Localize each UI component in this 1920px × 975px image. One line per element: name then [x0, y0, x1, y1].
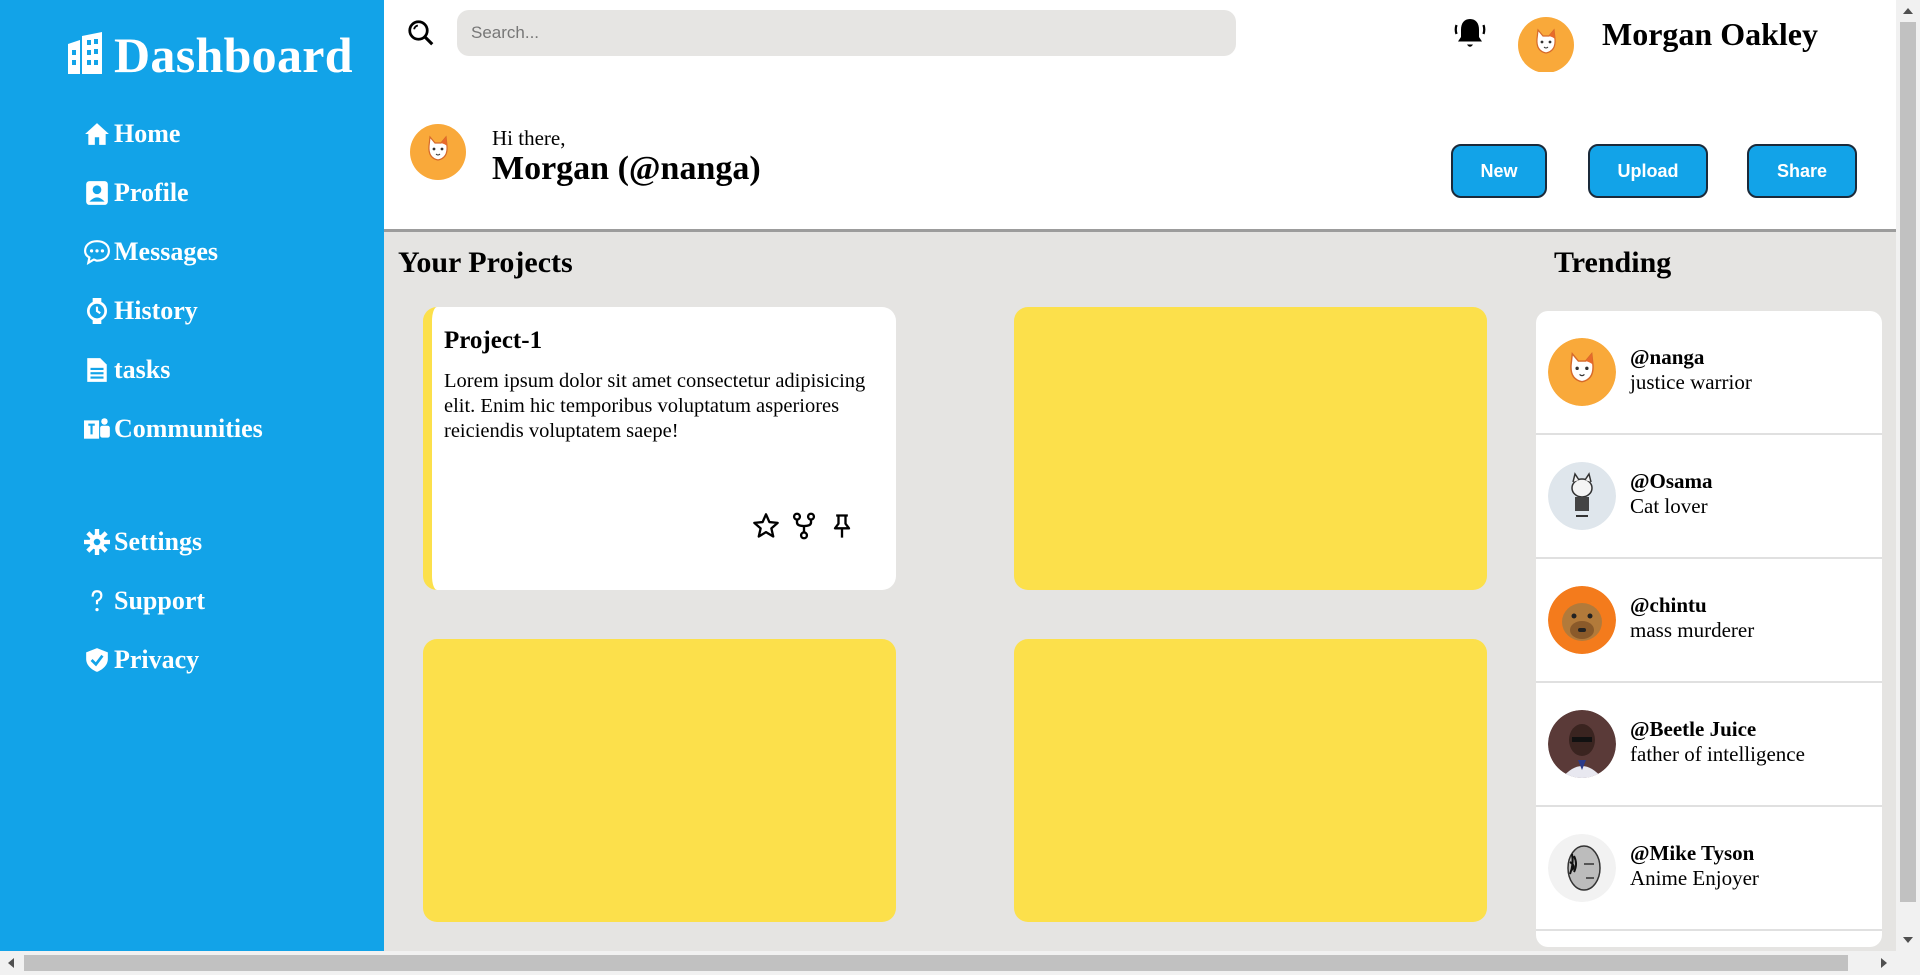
sidebar-item-label: Home	[114, 118, 181, 148]
project-card[interactable]: Project-1 Lorem ipsum dolor sit amet con…	[423, 307, 896, 590]
sidebar-item-privacy[interactable]: Privacy	[84, 630, 263, 689]
document-icon	[84, 355, 114, 385]
pin-icon[interactable]	[828, 511, 856, 541]
avatar[interactable]	[410, 124, 466, 180]
user-handle: @Mike Tyson	[1630, 841, 1755, 865]
list-item[interactable]: @nanga justice warrior	[1536, 311, 1882, 435]
fork-icon[interactable]	[790, 511, 818, 541]
scroll-down-arrow-icon[interactable]	[1903, 937, 1913, 943]
scroll-right-arrow-icon[interactable]	[1881, 958, 1887, 968]
scrollbar-thumb[interactable]	[24, 955, 1848, 971]
list-item[interactable]: @Beetle Juice father of intelligence	[1536, 683, 1882, 807]
page-title: Morgan (@nanga)	[492, 150, 761, 187]
chat-icon	[84, 237, 114, 267]
user-description: Anime Enjoyer	[1630, 866, 1759, 890]
trending-panel: @nanga justice warrior @Osama Cat lover …	[1536, 311, 1882, 947]
avatar	[1548, 462, 1616, 530]
sidebar-item-label: Communities	[114, 413, 263, 443]
project-actions	[752, 511, 856, 541]
avatar[interactable]	[1518, 17, 1574, 73]
sidebar-item-label: Messages	[114, 236, 218, 266]
sidebar-item-profile[interactable]: Profile	[84, 163, 263, 222]
project-card[interactable]	[1014, 639, 1487, 922]
projects-title: Your Projects	[398, 246, 573, 279]
notification-bell-icon[interactable]	[1452, 16, 1488, 52]
avatar	[1548, 710, 1616, 778]
watch-icon	[84, 296, 114, 326]
user-handle: @Beetle Juice	[1630, 717, 1757, 741]
user-handle: @Osama	[1630, 469, 1713, 493]
project-card[interactable]	[1014, 307, 1487, 590]
sidebar-item-support[interactable]: Support	[84, 571, 263, 630]
sidebar-item-label: Support	[114, 585, 206, 615]
sidebar-item-messages[interactable]: Messages	[84, 222, 263, 281]
upload-button[interactable]: Upload	[1588, 144, 1708, 198]
search-icon[interactable]	[406, 18, 436, 48]
avatar	[1548, 338, 1616, 406]
list-item[interactable]: @Mike Tyson Anime Enjoyer	[1536, 807, 1882, 931]
sidebar-item-home[interactable]: Home	[84, 104, 263, 163]
top-bar: Morgan Oakley	[384, 0, 1896, 73]
sidebar-nav: Home Profile Messages History tasks Comm…	[84, 104, 263, 689]
project-card[interactable]	[423, 639, 896, 922]
sidebar-item-label: Profile	[114, 177, 189, 207]
trending-title: Trending	[1554, 246, 1672, 279]
sidebar: Dashboard Home Profile Messages History	[0, 0, 384, 951]
sidebar-item-label: Settings	[114, 526, 203, 556]
sidebar-item-tasks[interactable]: tasks	[84, 340, 263, 399]
profile-icon	[84, 178, 114, 208]
search-input[interactable]	[457, 10, 1236, 56]
project-title: Project-1	[444, 327, 543, 354]
list-item[interactable]: @Osama Cat lover	[1536, 435, 1882, 559]
home-icon	[84, 119, 114, 149]
user-description: father of intelligence	[1630, 742, 1805, 766]
sidebar-item-settings[interactable]: Settings	[84, 512, 263, 571]
user-description: justice warrior	[1630, 370, 1752, 394]
sidebar-item-label: Privacy	[114, 644, 200, 674]
scroll-up-arrow-icon[interactable]	[1903, 8, 1913, 14]
project-description: Lorem ipsum dolor sit amet consectetur a…	[444, 370, 866, 442]
sidebar-item-label: History	[114, 295, 198, 325]
list-item[interactable]: @chintu mass murderer	[1536, 559, 1882, 683]
sidebar-item-label: tasks	[114, 354, 171, 384]
shield-icon	[84, 645, 114, 675]
user-description: Cat lover	[1630, 494, 1708, 518]
welcome-header: Hi there, Morgan (@nanga) New Upload Sha…	[384, 72, 1896, 232]
user-name[interactable]: Morgan Oakley	[1602, 16, 1818, 53]
user-handle: @chintu	[1630, 593, 1707, 617]
sidebar-item-history[interactable]: History	[84, 281, 263, 340]
question-icon	[84, 586, 114, 616]
brand-title: Dashboard	[114, 27, 353, 83]
scrollbar-thumb[interactable]	[1900, 22, 1916, 902]
gear-icon	[84, 527, 114, 557]
dashboard-logo-icon	[62, 30, 108, 81]
sidebar-item-communities[interactable]: Communities	[84, 399, 263, 458]
new-button[interactable]: New	[1451, 144, 1547, 198]
teams-icon	[84, 414, 114, 444]
share-button[interactable]: Share	[1747, 144, 1857, 198]
brand[interactable]: Dashboard	[62, 26, 353, 84]
horizontal-scrollbar[interactable]	[0, 951, 1920, 975]
star-icon[interactable]	[752, 511, 780, 541]
user-description: mass murderer	[1630, 618, 1755, 642]
user-handle: @nanga	[1630, 345, 1705, 369]
avatar	[1548, 586, 1616, 654]
scroll-left-arrow-icon[interactable]	[8, 958, 14, 968]
avatar	[1548, 834, 1616, 902]
greeting-text: Hi there,	[492, 126, 566, 150]
vertical-scrollbar[interactable]	[1896, 0, 1920, 951]
